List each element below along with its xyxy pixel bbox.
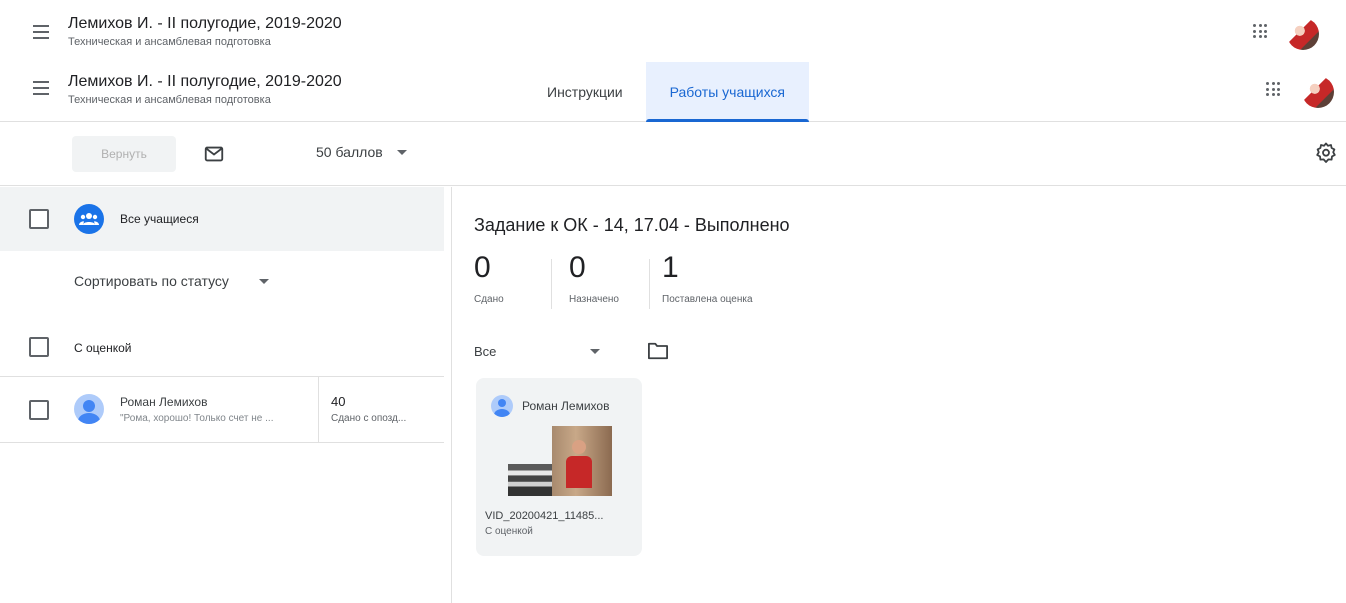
student-comment: "Рома, хорошо! Только счет не ... <box>120 413 274 424</box>
tab-student-work[interactable]: Работы учащихся <box>645 62 810 122</box>
chevron-down-icon <box>590 349 601 354</box>
stat-graded: 1 Поставлена оценка <box>662 250 753 312</box>
chevron-down-icon <box>258 278 269 284</box>
class-subtitle: Техническая и ансамблевая подготовка <box>68 36 271 48</box>
all-students-label: Все учащиеся <box>120 212 199 226</box>
tab-instructions[interactable]: Инструкции <box>530 62 640 122</box>
mail-icon[interactable] <box>203 143 225 165</box>
stat-turned-in: 0 Сдано <box>474 250 504 312</box>
user-avatar[interactable] <box>1302 76 1334 108</box>
sort-dropdown[interactable]: Сортировать по статусу <box>74 273 269 289</box>
sort-label: Сортировать по статусу <box>74 273 229 289</box>
stat-label: Сдано <box>474 294 504 305</box>
main-menu-icon[interactable] <box>30 76 54 100</box>
submission-filter-dropdown[interactable]: Все <box>474 344 601 359</box>
graded-section-label: С оценкой <box>74 341 132 355</box>
student-submission-status: Сдано с опозд... <box>331 413 407 424</box>
student-avatar <box>491 395 513 417</box>
submission-card[interactable]: Роман Лемихов VID_20200421_11485... С оц… <box>476 378 642 556</box>
tab-bar: Инструкции Работы учащихся <box>530 62 810 122</box>
student-row[interactable]: Роман Лемихов "Рома, хорошо! Только счет… <box>0 377 444 443</box>
stat-value: 0 <box>474 251 491 284</box>
all-students-row[interactable]: Все учащиеся <box>0 187 444 251</box>
stat-assigned: 0 Назначено <box>569 250 619 312</box>
folder-icon[interactable] <box>647 341 669 361</box>
student-avatar <box>74 394 104 424</box>
stat-divider <box>551 259 552 309</box>
class-subtitle: Техническая и ансамблевая подготовка <box>68 94 271 106</box>
row-divider <box>318 377 319 442</box>
graded-section-header: С оценкой <box>0 327 444 377</box>
grading-toolbar: Вернуть 50 баллов <box>0 122 1346 186</box>
stat-divider <box>649 259 650 309</box>
submission-status: С оценкой <box>485 526 533 537</box>
stat-label: Назначено <box>569 294 619 305</box>
class-title-block[interactable]: Лемихов И. - II полугодие, 2019-2020 Тех… <box>68 14 342 50</box>
thumbnail-frame <box>552 426 612 496</box>
graded-section-checkbox[interactable] <box>29 337 49 357</box>
gear-icon[interactable] <box>1314 141 1338 165</box>
google-apps-icon[interactable] <box>1253 24 1267 38</box>
class-title-block[interactable]: Лемихов И. - II полугодие, 2019-2020 Тех… <box>68 72 342 108</box>
student-name: Роман Лемихов <box>120 395 208 409</box>
student-grade[interactable]: 40 <box>331 394 345 409</box>
points-label: 50 баллов <box>316 144 383 160</box>
video-thumbnail[interactable] <box>508 426 612 496</box>
student-checkbox[interactable] <box>29 400 49 420</box>
thumbnail-background <box>508 464 552 496</box>
stat-label: Поставлена оценка <box>662 294 753 305</box>
stat-value: 1 <box>662 251 679 284</box>
submission-file-name: VID_20200421_11485... <box>485 510 604 522</box>
google-apps-icon[interactable] <box>1266 82 1280 96</box>
app-header-top: Лемихов И. - II полугодие, 2019-2020 Тех… <box>0 6 1346 62</box>
stat-value: 0 <box>569 251 586 284</box>
class-title: Лемихов И. - II полугодие, 2019-2020 <box>68 15 342 32</box>
points-dropdown[interactable]: 50 баллов <box>316 144 407 160</box>
class-title: Лемихов И. - II полугодие, 2019-2020 <box>68 73 342 90</box>
return-button[interactable]: Вернуть <box>72 136 176 172</box>
assignment-overview-panel: Задание к ОК - 14, 17.04 - Выполнено 0 С… <box>453 187 1346 603</box>
group-icon <box>74 204 104 234</box>
all-students-checkbox[interactable] <box>29 209 49 229</box>
student-roster-panel: Все учащиеся Сортировать по статусу С оц… <box>0 187 452 603</box>
filter-label: Все <box>474 344 497 359</box>
assignment-title: Задание к ОК - 14, 17.04 - Выполнено <box>474 215 790 235</box>
main-menu-icon[interactable] <box>30 20 54 44</box>
submission-student-name: Роман Лемихов <box>522 399 610 413</box>
app-header: Лемихов И. - II полугодие, 2019-2020 Тех… <box>0 62 1346 122</box>
chevron-down-icon <box>396 149 407 155</box>
user-avatar[interactable] <box>1287 18 1319 50</box>
